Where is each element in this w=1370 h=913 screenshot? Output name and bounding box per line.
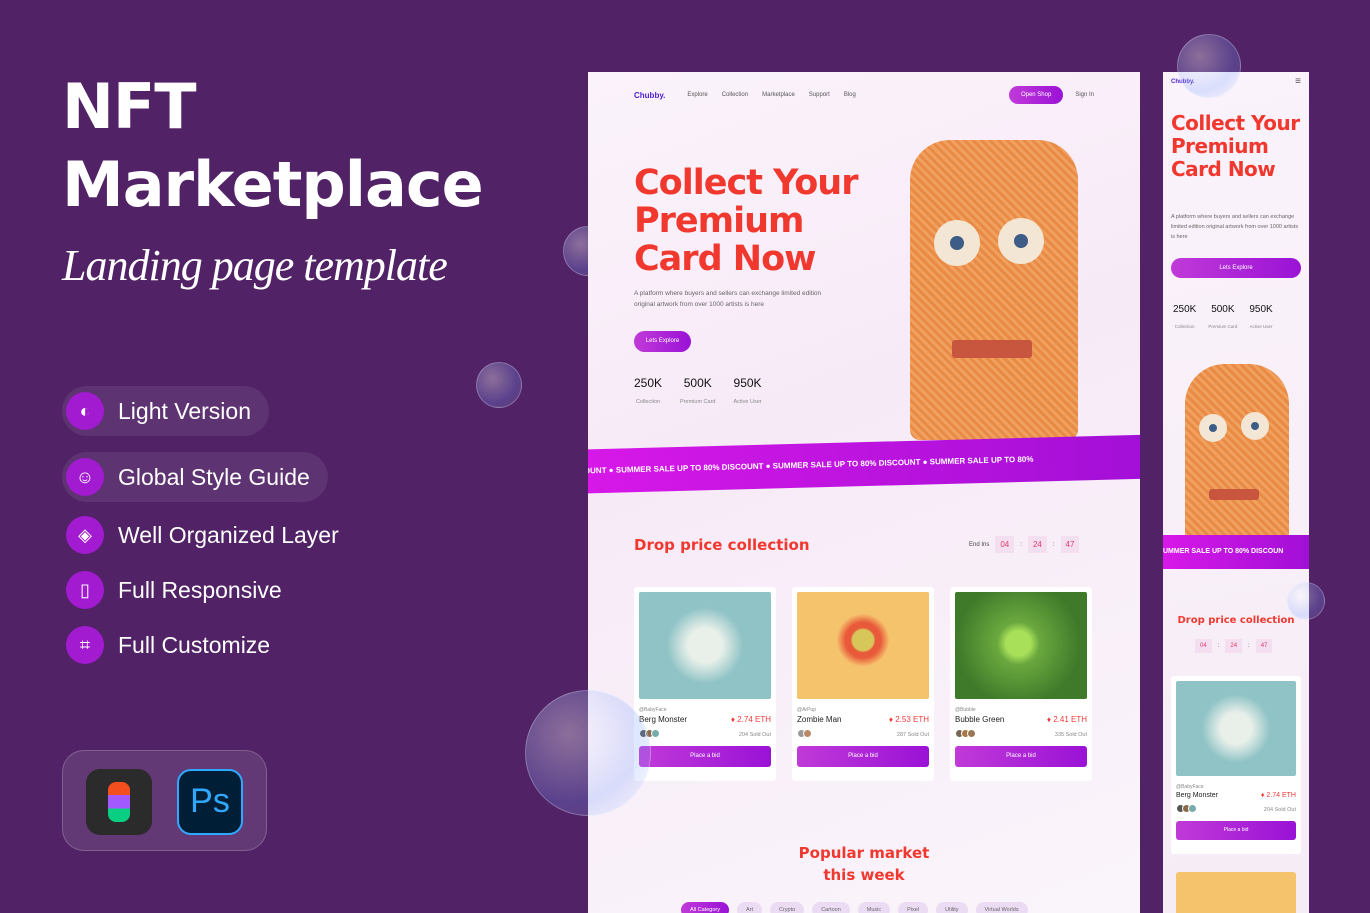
mobile-mockup: Chubby. ≡ Collect YourPremiumCard Now A … [1163, 72, 1309, 913]
navbar: Chubby. Explore Collection Marketplace S… [634, 86, 1094, 104]
nav-marketplace[interactable]: Marketplace [762, 92, 795, 98]
nav-explore[interactable]: Explore [687, 92, 707, 98]
category-art[interactable]: Art [736, 902, 762, 913]
logo[interactable]: Chubby. [634, 91, 665, 100]
category-filters: All Category Art Crypto Cartoon Music Pi… [681, 902, 1028, 913]
popular-market-title: Popular market this week [798, 844, 930, 884]
countdown-timer: 04:24:47 [1195, 639, 1273, 653]
feature-responsive: ▯ Full Responsive [62, 565, 300, 615]
nft-image [797, 592, 929, 699]
nav-collection[interactable]: Collection [722, 92, 748, 98]
open-shop-button[interactable]: Open Shop [1008, 86, 1064, 104]
feature-style-guide: ☺ Global Style Guide [62, 452, 328, 502]
place-bid-button[interactable]: Place a bid [955, 746, 1087, 767]
decor-bubble [1287, 582, 1325, 620]
hero-character-image [910, 140, 1078, 440]
nft-image [955, 592, 1087, 699]
promo-title: NFT Marketplace [62, 70, 484, 221]
crop-icon: ⌗ [66, 626, 104, 664]
place-bid-button[interactable]: Place a bid [797, 746, 929, 767]
decor-bubble [1177, 34, 1241, 98]
feature-layers: ◈ Well Organized Layer [62, 510, 357, 560]
place-bid-button[interactable]: Place a bid [1176, 821, 1296, 840]
category-crypto[interactable]: Crypto [770, 902, 805, 913]
palette-icon: ☺ [66, 458, 104, 496]
sale-banner: UMMER SALE UP TO 80% DISCOUN [1163, 535, 1309, 569]
nav-blog[interactable]: Blog [844, 92, 856, 98]
nft-image [1176, 681, 1296, 776]
contrast-icon: ◐ [66, 392, 104, 430]
category-music[interactable]: Music [857, 902, 891, 913]
nft-card[interactable]: @BabyFace Berg Monster ♦ 2.74 ETH 204 Sol… [634, 587, 776, 781]
feature-customize: ⌗ Full Customize [62, 620, 288, 670]
category-pixel[interactable]: Pixel [898, 902, 929, 913]
nav-support[interactable]: Support [809, 92, 830, 98]
phone-icon: ▯ [66, 571, 104, 609]
countdown-timer: End Ins 04:24:47 [969, 536, 1080, 553]
lets-explore-button[interactable]: Lets Explore [634, 331, 691, 352]
nft-image [639, 592, 771, 699]
nft-image [1176, 872, 1296, 913]
nft-card[interactable]: @ArPup Zombie Man ♦ 2.53 ETH 287 Sold Out… [792, 587, 934, 781]
category-utility[interactable]: Utility [936, 902, 968, 913]
menu-icon[interactable]: ≡ [1295, 76, 1301, 87]
hero-description: A platform where buyers and sellers can … [634, 290, 822, 308]
hero-title: Collect Your Premium Card Now [1171, 111, 1300, 181]
nft-card[interactable]: @BabyFace Berg Monster ♦ 2.74 ETH 204 Sol… [1171, 676, 1301, 854]
place-bid-button[interactable]: Place a bid [639, 746, 771, 767]
layers-icon: ◈ [66, 516, 104, 554]
decor-bubble [476, 362, 522, 408]
lets-explore-button[interactable]: Lets Explore [1171, 258, 1301, 278]
photoshop-icon: Ps [177, 769, 243, 835]
hero-title: Collect Your Premium Card Now [634, 163, 858, 279]
stats: 250K Collection 500K Premium Card 950K Acti… [634, 376, 762, 405]
decor-bubble [525, 690, 651, 816]
drop-price-title: Drop price collection [1177, 615, 1295, 626]
hero-character-image [1185, 364, 1289, 544]
figma-icon [86, 769, 152, 835]
hero-description: A platform where buyers and sellers can … [1171, 214, 1299, 240]
drop-price-title: Drop price collection [634, 536, 810, 554]
sale-banner: COUNT ● SUMMER SALE UP TO 80% DISCOUNT ●… [588, 434, 1140, 494]
desktop-mockup: Chubby. Explore Collection Marketplace S… [588, 72, 1140, 913]
category-virtual-worlds[interactable]: Virtual Worlds [975, 902, 1028, 913]
sign-in-link[interactable]: Sign In [1075, 92, 1094, 98]
promo-subtitle: Landing page template [62, 241, 448, 290]
feature-light-version: ◐ Light Version [62, 386, 269, 436]
nft-card[interactable]: @Bubble Bubble Green ♦ 2.41 ETH 335 Sold … [950, 587, 1092, 781]
category-all[interactable]: All Category [681, 902, 729, 913]
stats: 250K Collection 500K Premium Card 950K Acti… [1173, 304, 1273, 329]
category-cartoon[interactable]: Cartoon [812, 902, 850, 913]
tools-panel: Ps [62, 750, 267, 851]
